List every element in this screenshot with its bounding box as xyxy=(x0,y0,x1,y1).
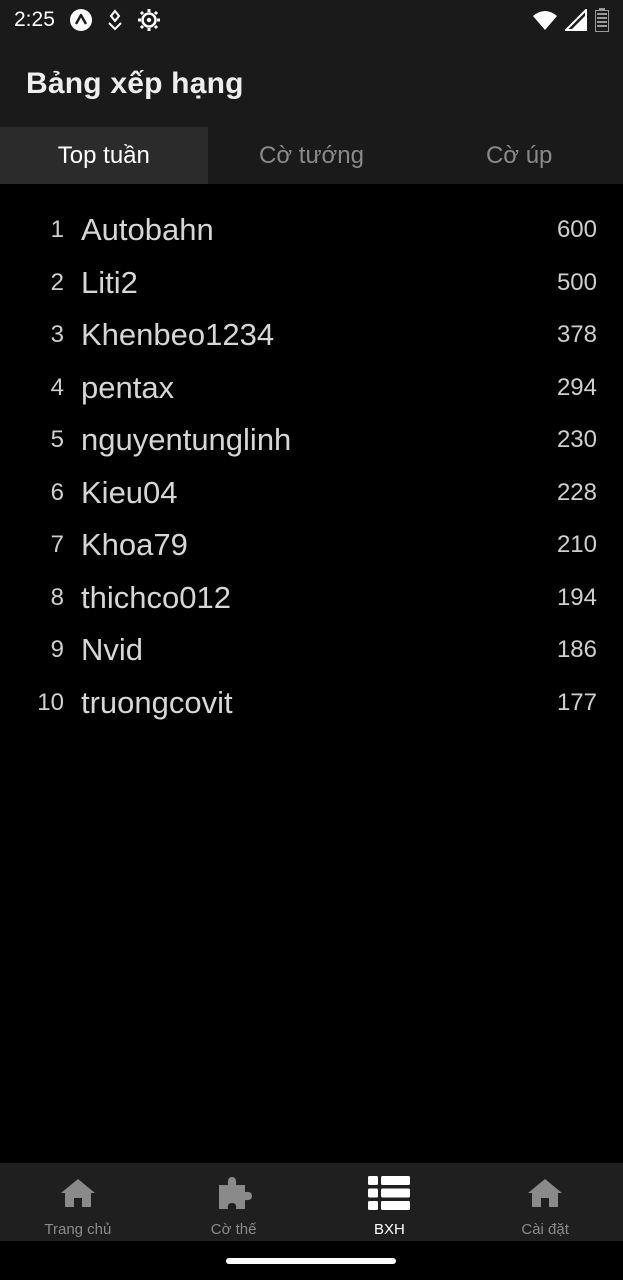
player-name: nguyentunglinh xyxy=(81,422,292,458)
settings-gear-icon xyxy=(137,8,161,32)
rank: 10 xyxy=(37,688,64,716)
tab-co-tuong[interactable]: Cờ tướng xyxy=(208,127,416,184)
signal-icon xyxy=(565,9,587,31)
nav-item-bxh[interactable]: BXH xyxy=(312,1163,468,1241)
nav-item-trang-chu[interactable]: Trang chủ xyxy=(0,1163,156,1241)
score: 186 xyxy=(556,636,597,664)
rank: 2 xyxy=(50,268,64,296)
rank: 8 xyxy=(50,583,64,611)
bottom-nav: Trang chủ Cờ thế BXH Cài đặt xyxy=(0,1163,623,1241)
status-icons-left xyxy=(69,8,161,32)
nav-item-co-the[interactable]: Cờ thế xyxy=(156,1163,312,1241)
leaderboard-row[interactable]: 10 truongcovit 177 xyxy=(0,677,623,730)
rank: 9 xyxy=(50,636,64,664)
player-name: pentax xyxy=(81,369,175,405)
score: 228 xyxy=(556,478,597,506)
player-name: Autobahn xyxy=(81,212,214,248)
rank: 4 xyxy=(50,373,64,401)
rank: 7 xyxy=(50,531,64,559)
tab-top-tuan[interactable]: Top tuần xyxy=(0,127,208,184)
status-bar: 2:25 xyxy=(0,0,623,40)
leaderboard-row[interactable]: 6 Kieu04 228 xyxy=(0,467,623,520)
nav-label: Cài đặt xyxy=(521,1221,569,1238)
score: 177 xyxy=(556,688,597,716)
tab-bar: Top tuần Cờ tướng Cờ úp xyxy=(0,127,623,184)
leaderboard-row[interactable]: 4 pentax 294 xyxy=(0,362,623,415)
home-icon xyxy=(57,1173,99,1213)
leaderboard-row[interactable]: 3 Khenbeo1234 378 xyxy=(0,309,623,362)
nav-label: Cờ thế xyxy=(210,1221,257,1238)
score: 600 xyxy=(556,216,597,244)
status-icons-right xyxy=(533,8,609,32)
status-time: 2:25 xyxy=(14,8,55,31)
player-name: thichco012 xyxy=(81,579,231,615)
battery-icon xyxy=(595,8,609,32)
score: 230 xyxy=(556,426,597,454)
score: 210 xyxy=(556,531,597,559)
score: 294 xyxy=(556,373,597,401)
leaderboard-row[interactable]: 8 thichco012 194 xyxy=(0,572,623,625)
wifi-icon xyxy=(533,10,557,30)
home-icon xyxy=(524,1173,566,1213)
nav-item-cai-dat[interactable]: Cài đặt xyxy=(467,1163,623,1241)
player-name: Kieu04 xyxy=(81,474,178,510)
app-bar: Bảng xếp hạng xyxy=(0,40,623,127)
leaderboard-list: 1 Autobahn 600 2 Liti2 500 3 Khenbeo1234… xyxy=(0,204,623,729)
puzzle-icon xyxy=(213,1173,255,1213)
player-name: Khenbeo1234 xyxy=(81,317,275,353)
leaderboard-row[interactable]: 7 Khoa79 210 xyxy=(0,519,623,572)
nav-label: Trang chủ xyxy=(44,1221,112,1238)
tab-co-up[interactable]: Cờ úp xyxy=(415,127,623,184)
score: 378 xyxy=(556,321,597,349)
player-name: Nvid xyxy=(81,632,144,668)
home-gesture-handle[interactable] xyxy=(226,1258,396,1264)
list-icon xyxy=(368,1173,411,1213)
gesture-area xyxy=(0,1241,623,1280)
nav-label: BXH xyxy=(373,1221,405,1238)
leaderboard-row[interactable]: 2 Liti2 500 xyxy=(0,257,623,310)
score: 500 xyxy=(556,268,597,296)
score: 194 xyxy=(556,583,597,611)
leaderboard-row[interactable]: 5 nguyentunglinh 230 xyxy=(0,414,623,467)
leaderboard-row[interactable]: 9 Nvid 186 xyxy=(0,624,623,677)
page-title: Bảng xếp hạng xyxy=(26,66,244,100)
rank: 1 xyxy=(50,216,64,244)
player-name: truongcovit xyxy=(81,684,233,720)
player-name: Liti2 xyxy=(81,264,138,300)
rank: 6 xyxy=(50,478,64,506)
rank: 3 xyxy=(50,321,64,349)
screen: 2:25 Bảng xếp hạng Top tuần Cờ tướng Cờ … xyxy=(0,0,623,1280)
player-name: Khoa79 xyxy=(81,527,188,563)
rank: 5 xyxy=(50,426,64,454)
autofill-icon xyxy=(69,8,93,32)
leaderboard-row[interactable]: 1 Autobahn 600 xyxy=(0,204,623,257)
download-icon xyxy=(105,9,125,31)
